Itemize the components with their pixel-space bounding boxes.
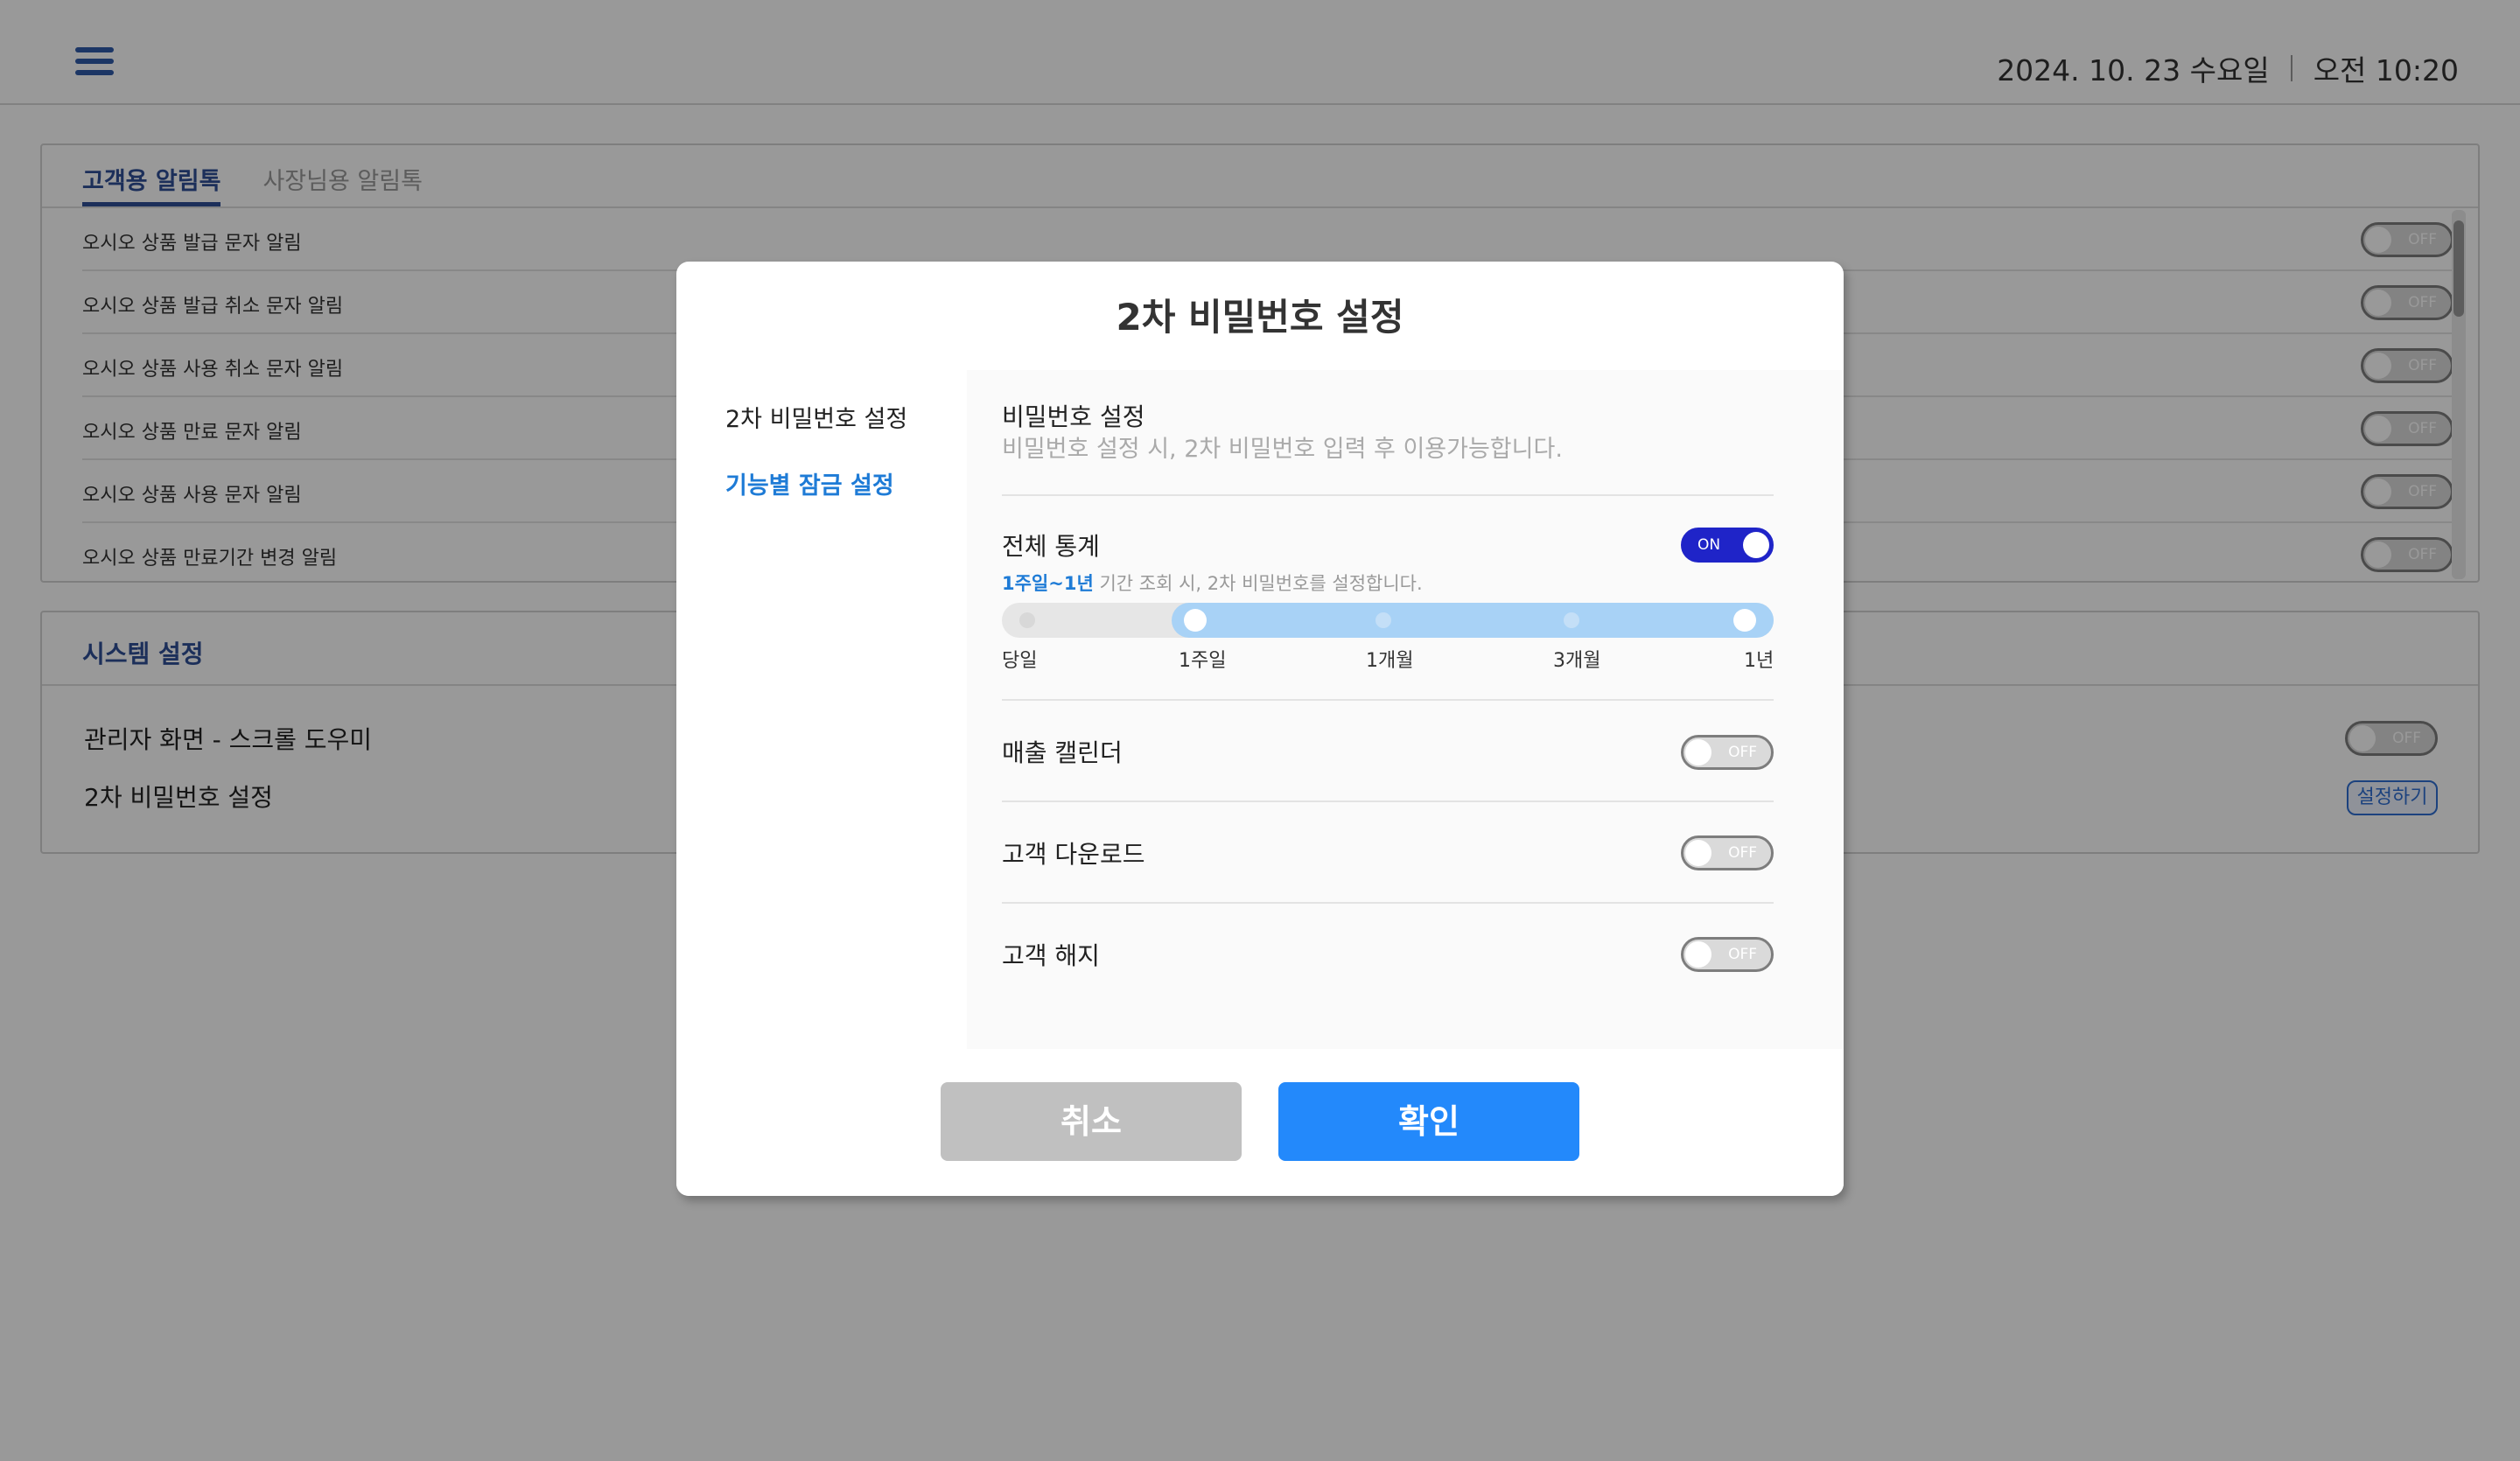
slider-label: 3개월	[1553, 650, 1601, 672]
toggle-knob	[1685, 739, 1712, 765]
section-divider	[1002, 494, 1774, 496]
slider-label: 1년	[1744, 650, 1774, 672]
sales-calendar-toggle[interactable]: OFF	[1681, 735, 1774, 770]
slider-label: 1개월	[1366, 650, 1414, 672]
toggle-knob	[1685, 840, 1712, 866]
password-setting-desc: 비밀번호 설정 시, 2차 비밀번호 입력 후 이용가능합니다.	[1002, 436, 1563, 463]
slider-selected-range	[1172, 603, 1774, 638]
toggle-knob	[1685, 941, 1712, 968]
toggle-state-label: ON	[1698, 536, 1721, 554]
slider-labels: 당일 1주일 1개월 3개월 1년	[1002, 645, 1774, 672]
side-nav-feature-lock[interactable]: 기능별 잠금 설정	[725, 466, 894, 500]
slider-start-handle[interactable]	[1184, 609, 1207, 632]
section-divider	[1002, 800, 1774, 802]
modal-side-nav: 2차 비밀번호 설정 기능별 잠금 설정	[676, 370, 967, 1049]
sales-calendar-title: 매출 캘린더	[1002, 738, 1123, 767]
customer-cancel-title: 고객 해지	[1002, 941, 1100, 970]
toggle-state-label: OFF	[1728, 946, 1757, 963]
second-password-modal: 2차 비밀번호 설정 2차 비밀번호 설정 기능별 잠금 설정 비밀번호 설정 …	[676, 262, 1844, 1196]
toggle-knob	[1743, 532, 1769, 558]
modal-title: 2차 비밀번호 설정	[1116, 296, 1404, 339]
slider-step-dot	[1376, 612, 1391, 628]
section-divider	[1002, 902, 1774, 904]
toggle-state-label: OFF	[1728, 744, 1757, 761]
modal-footer: 취소 확인	[676, 1049, 1844, 1196]
modal-content: 비밀번호 설정 비밀번호 설정 시, 2차 비밀번호 입력 후 이용가능합니다.…	[967, 370, 1844, 1049]
all-stats-note: 1주일~1년 기간 조회 시, 2차 비밀번호를 설정합니다.	[1002, 570, 1423, 596]
slider-step-dot	[1564, 612, 1579, 628]
slider-label: 1주일	[1179, 650, 1227, 672]
customer-cancel-toggle[interactable]: OFF	[1681, 937, 1774, 972]
confirm-button[interactable]: 확인	[1278, 1082, 1579, 1161]
customer-download-toggle[interactable]: OFF	[1681, 835, 1774, 870]
toggle-state-label: OFF	[1728, 844, 1757, 862]
all-stats-title: 전체 통계	[1002, 532, 1100, 561]
all-stats-toggle[interactable]: ON	[1681, 528, 1774, 563]
slider-end-handle[interactable]	[1733, 609, 1756, 632]
cancel-button[interactable]: 취소	[941, 1082, 1242, 1161]
period-range-slider[interactable]	[1002, 603, 1774, 638]
section-divider	[1002, 699, 1774, 701]
password-setting-title: 비밀번호 설정	[1002, 402, 1145, 431]
range-highlight: 1주일~1년	[1002, 573, 1094, 594]
slider-label: 당일	[1002, 650, 1038, 672]
side-nav-password-setting[interactable]: 2차 비밀번호 설정	[725, 400, 907, 434]
slider-step-dot	[1019, 612, 1035, 628]
customer-download-title: 고객 다운로드	[1002, 840, 1145, 869]
range-note-text: 기간 조회 시, 2차 비밀번호를 설정합니다.	[1093, 573, 1423, 594]
